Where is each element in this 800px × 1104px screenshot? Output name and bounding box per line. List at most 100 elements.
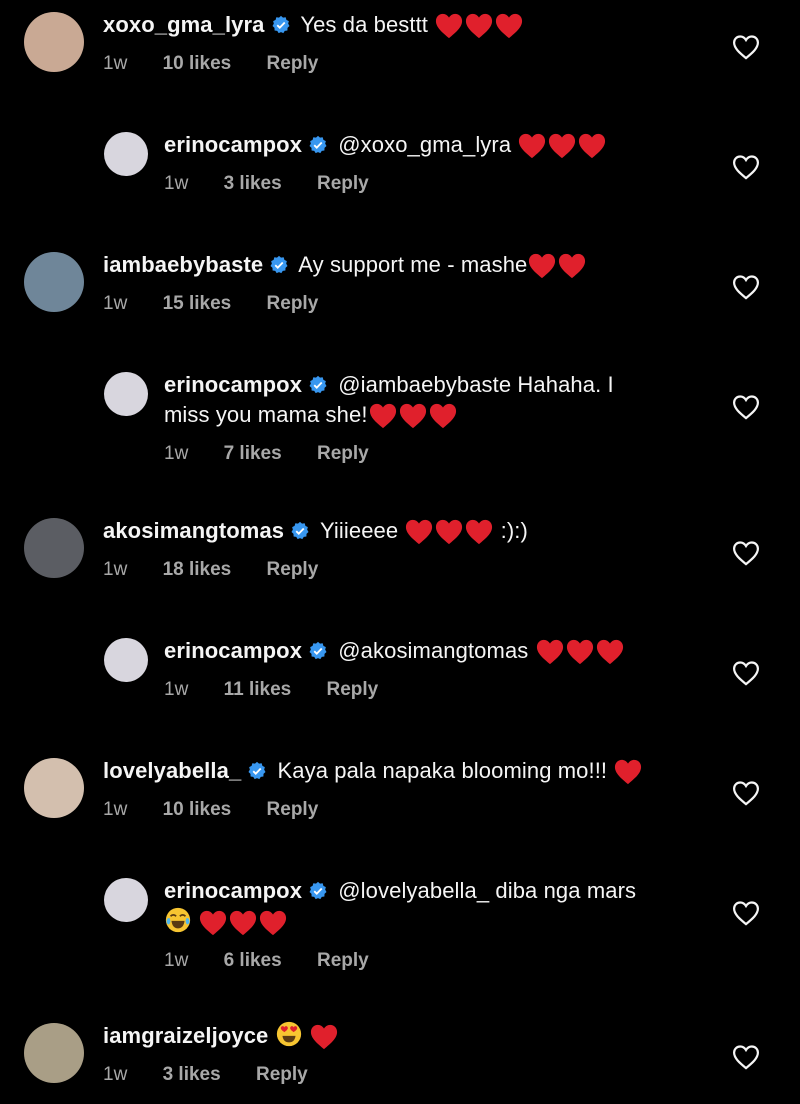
red-heart-emoji	[529, 253, 556, 279]
heart-emojis	[434, 12, 524, 44]
comment-text: Ay support me - mashe	[298, 252, 528, 277]
comment-time: 1w	[164, 173, 189, 194]
comment-text: Kaya pala napaka blooming mo!!!	[277, 758, 608, 783]
avatar[interactable]	[24, 518, 84, 578]
reply-button[interactable]: Reply	[267, 293, 319, 314]
comment-time: 1w	[103, 559, 128, 580]
red-heart-emoji	[536, 639, 563, 665]
avatar[interactable]	[24, 758, 84, 818]
heart-outline-icon[interactable]	[732, 34, 760, 60]
heart-emojis	[368, 402, 458, 434]
username[interactable]: lovelyabella_	[103, 758, 241, 783]
red-heart-emoji	[429, 403, 456, 429]
avatar[interactable]	[24, 1023, 84, 1083]
reply-button[interactable]: Reply	[267, 559, 319, 580]
red-heart-emoji	[579, 133, 606, 159]
heart-outline-icon[interactable]	[732, 154, 760, 180]
likes-count[interactable]: 6 likes	[224, 950, 282, 971]
reply-button[interactable]: Reply	[317, 950, 369, 971]
red-heart-emoji	[230, 910, 257, 936]
red-heart-emoji	[406, 519, 433, 545]
likes-count[interactable]: 7 likes	[224, 443, 282, 464]
red-heart-emoji	[596, 639, 623, 665]
avatar[interactable]	[104, 878, 148, 922]
comment-text: @xoxo_gma_lyra	[338, 132, 512, 157]
heart-outline-icon[interactable]	[732, 1044, 760, 1070]
verified-badge-icon	[309, 641, 327, 660]
red-heart-emoji	[559, 253, 586, 279]
avatar[interactable]	[24, 252, 84, 312]
username[interactable]: erinocampox	[164, 638, 302, 663]
red-heart-emoji	[399, 403, 426, 429]
likes-count[interactable]: 10 likes	[163, 799, 232, 820]
verified-badge-icon	[270, 255, 288, 274]
heart-outline-icon[interactable]	[732, 540, 760, 566]
red-heart-emoji	[260, 910, 287, 936]
comment-text-suffix: :):)	[500, 518, 528, 543]
red-heart-emoji	[549, 133, 576, 159]
red-heart-emoji	[566, 639, 593, 665]
likes-count[interactable]: 3 likes	[224, 173, 282, 194]
reply-button[interactable]: Reply	[317, 173, 369, 194]
heart-outline-icon[interactable]	[732, 394, 760, 420]
comment-time: 1w	[164, 679, 189, 700]
avatar[interactable]	[104, 372, 148, 416]
comments-list: xoxo_gma_lyra Yes da besttt 1w 10 likes …	[0, 0, 800, 1104]
verified-badge-icon	[309, 881, 327, 900]
comment-time: 1w	[103, 293, 128, 314]
red-heart-emoji	[436, 13, 463, 39]
comment-text: @lovelyabella_ diba nga mars	[338, 878, 637, 903]
heart-emojis	[527, 252, 587, 284]
likes-count[interactable]: 18 likes	[163, 559, 232, 580]
username[interactable]: erinocampox	[164, 132, 302, 157]
red-heart-emoji	[466, 13, 493, 39]
heart-emojis	[535, 638, 625, 670]
heart-emojis	[517, 132, 607, 164]
comment-time: 1w	[103, 799, 128, 820]
avatar[interactable]	[24, 12, 84, 72]
heart-outline-icon[interactable]	[732, 660, 760, 686]
red-heart-emoji	[436, 519, 463, 545]
username[interactable]: erinocampox	[164, 372, 302, 397]
reply-button[interactable]: Reply	[267, 53, 319, 74]
reply-button[interactable]: Reply	[267, 799, 319, 820]
likes-count[interactable]: 3 likes	[163, 1064, 221, 1085]
red-heart-emoji	[496, 13, 523, 39]
heart-emojis	[198, 909, 288, 941]
comment-text: Yes da besttt	[300, 12, 429, 37]
comment-time: 1w	[103, 53, 128, 74]
red-heart-emoji	[369, 403, 396, 429]
heart-outline-icon[interactable]	[732, 780, 760, 806]
comment-text: Yiiieeee	[319, 518, 399, 543]
username[interactable]: iambaebybaste	[103, 252, 263, 277]
likes-count[interactable]: 10 likes	[163, 53, 232, 74]
verified-badge-icon	[248, 761, 266, 780]
heart-emojis	[613, 758, 643, 790]
comment-time: 1w	[103, 1064, 128, 1085]
comment-text: @akosimangtomas	[338, 638, 529, 663]
heart-outline-icon[interactable]	[732, 900, 760, 926]
heart-eyes-emoji	[276, 1021, 301, 1047]
red-heart-emoji	[200, 910, 227, 936]
verified-badge-icon	[309, 135, 327, 154]
red-heart-emoji	[615, 759, 642, 785]
laughing-tears-emoji	[165, 907, 191, 933]
comment-time: 1w	[164, 950, 189, 971]
red-heart-emoji	[466, 519, 493, 545]
username[interactable]: akosimangtomas	[103, 518, 284, 543]
verified-badge-icon	[291, 521, 309, 540]
heart-outline-icon[interactable]	[732, 274, 760, 300]
likes-count[interactable]: 11 likes	[224, 679, 292, 700]
reply-button[interactable]: Reply	[326, 679, 378, 700]
verified-badge-icon	[309, 375, 327, 394]
reply-button[interactable]: Reply	[256, 1064, 308, 1085]
avatar[interactable]	[104, 132, 148, 176]
username[interactable]: xoxo_gma_lyra	[103, 12, 265, 37]
username[interactable]: erinocampox	[164, 878, 302, 903]
username[interactable]: iamgraizeljoyce	[103, 1023, 268, 1048]
reply-button[interactable]: Reply	[317, 443, 369, 464]
red-heart-emoji	[310, 1024, 337, 1050]
likes-count[interactable]: 15 likes	[163, 293, 232, 314]
avatar[interactable]	[104, 638, 148, 682]
comment-time: 1w	[164, 443, 189, 464]
